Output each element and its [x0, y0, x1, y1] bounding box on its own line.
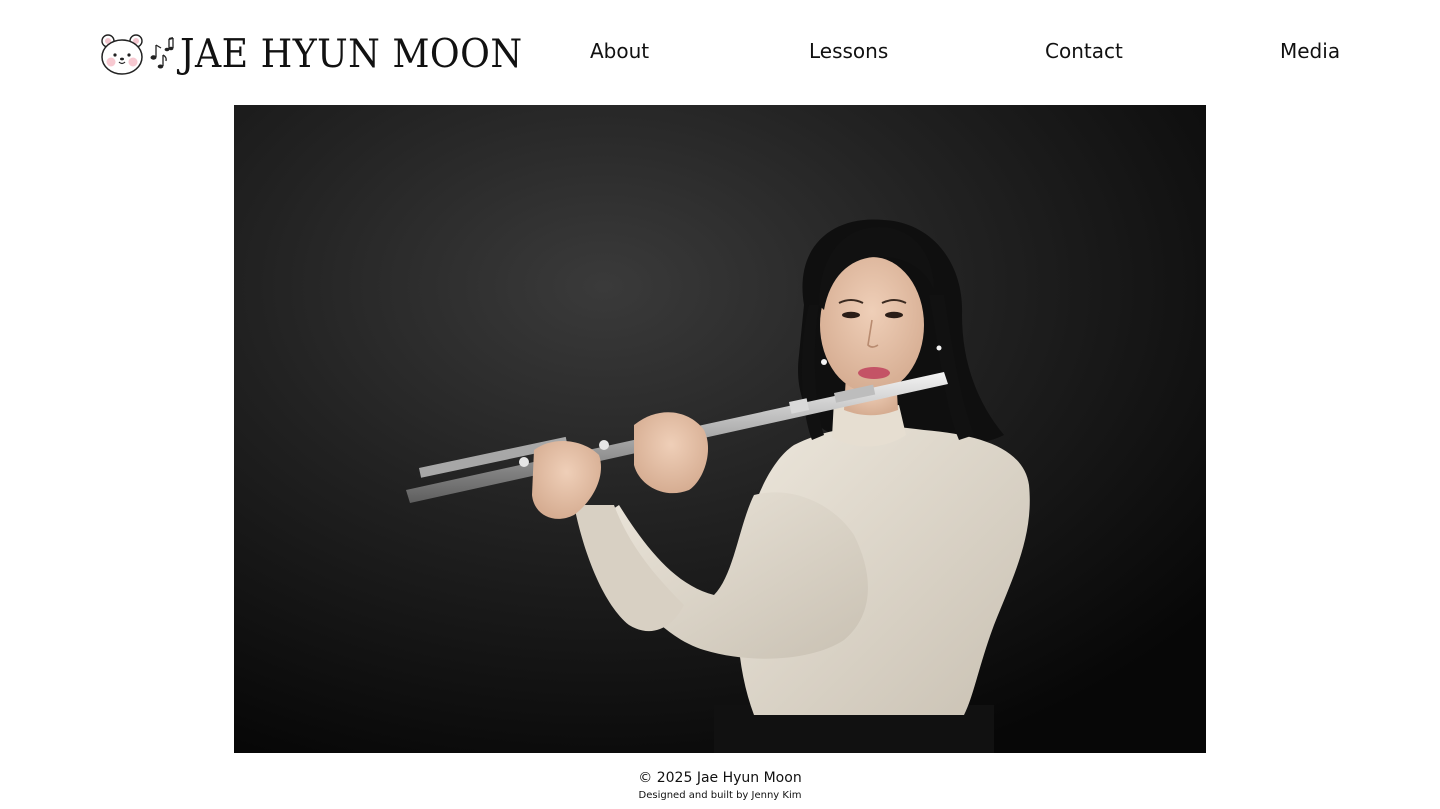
nav-lessons[interactable]: Lessons — [809, 38, 888, 64]
music-notes-icon — [150, 37, 174, 69]
credit-text: Designed and built by Jenny Kim — [638, 790, 802, 801]
site-title: JAE HYUN MOON — [180, 31, 523, 77]
portrait-photo — [234, 105, 1206, 753]
hero-portrait-photo — [234, 105, 1206, 753]
nav-contact[interactable]: Contact — [1045, 38, 1123, 64]
site-header: JAE HYUN MOON About Lessons Contact Medi… — [0, 0, 1440, 100]
nav-media[interactable]: Media — [1280, 38, 1340, 64]
home-logo-link[interactable]: JAE HYUN MOON — [99, 28, 548, 80]
copyright-text: © 2025 Jae Hyun Moon — [638, 770, 802, 786]
site-footer: © 2025 Jae Hyun Moon Designed and built … — [0, 768, 1440, 803]
nav-about[interactable]: About — [590, 38, 649, 64]
bear-face-icon — [101, 34, 143, 75]
